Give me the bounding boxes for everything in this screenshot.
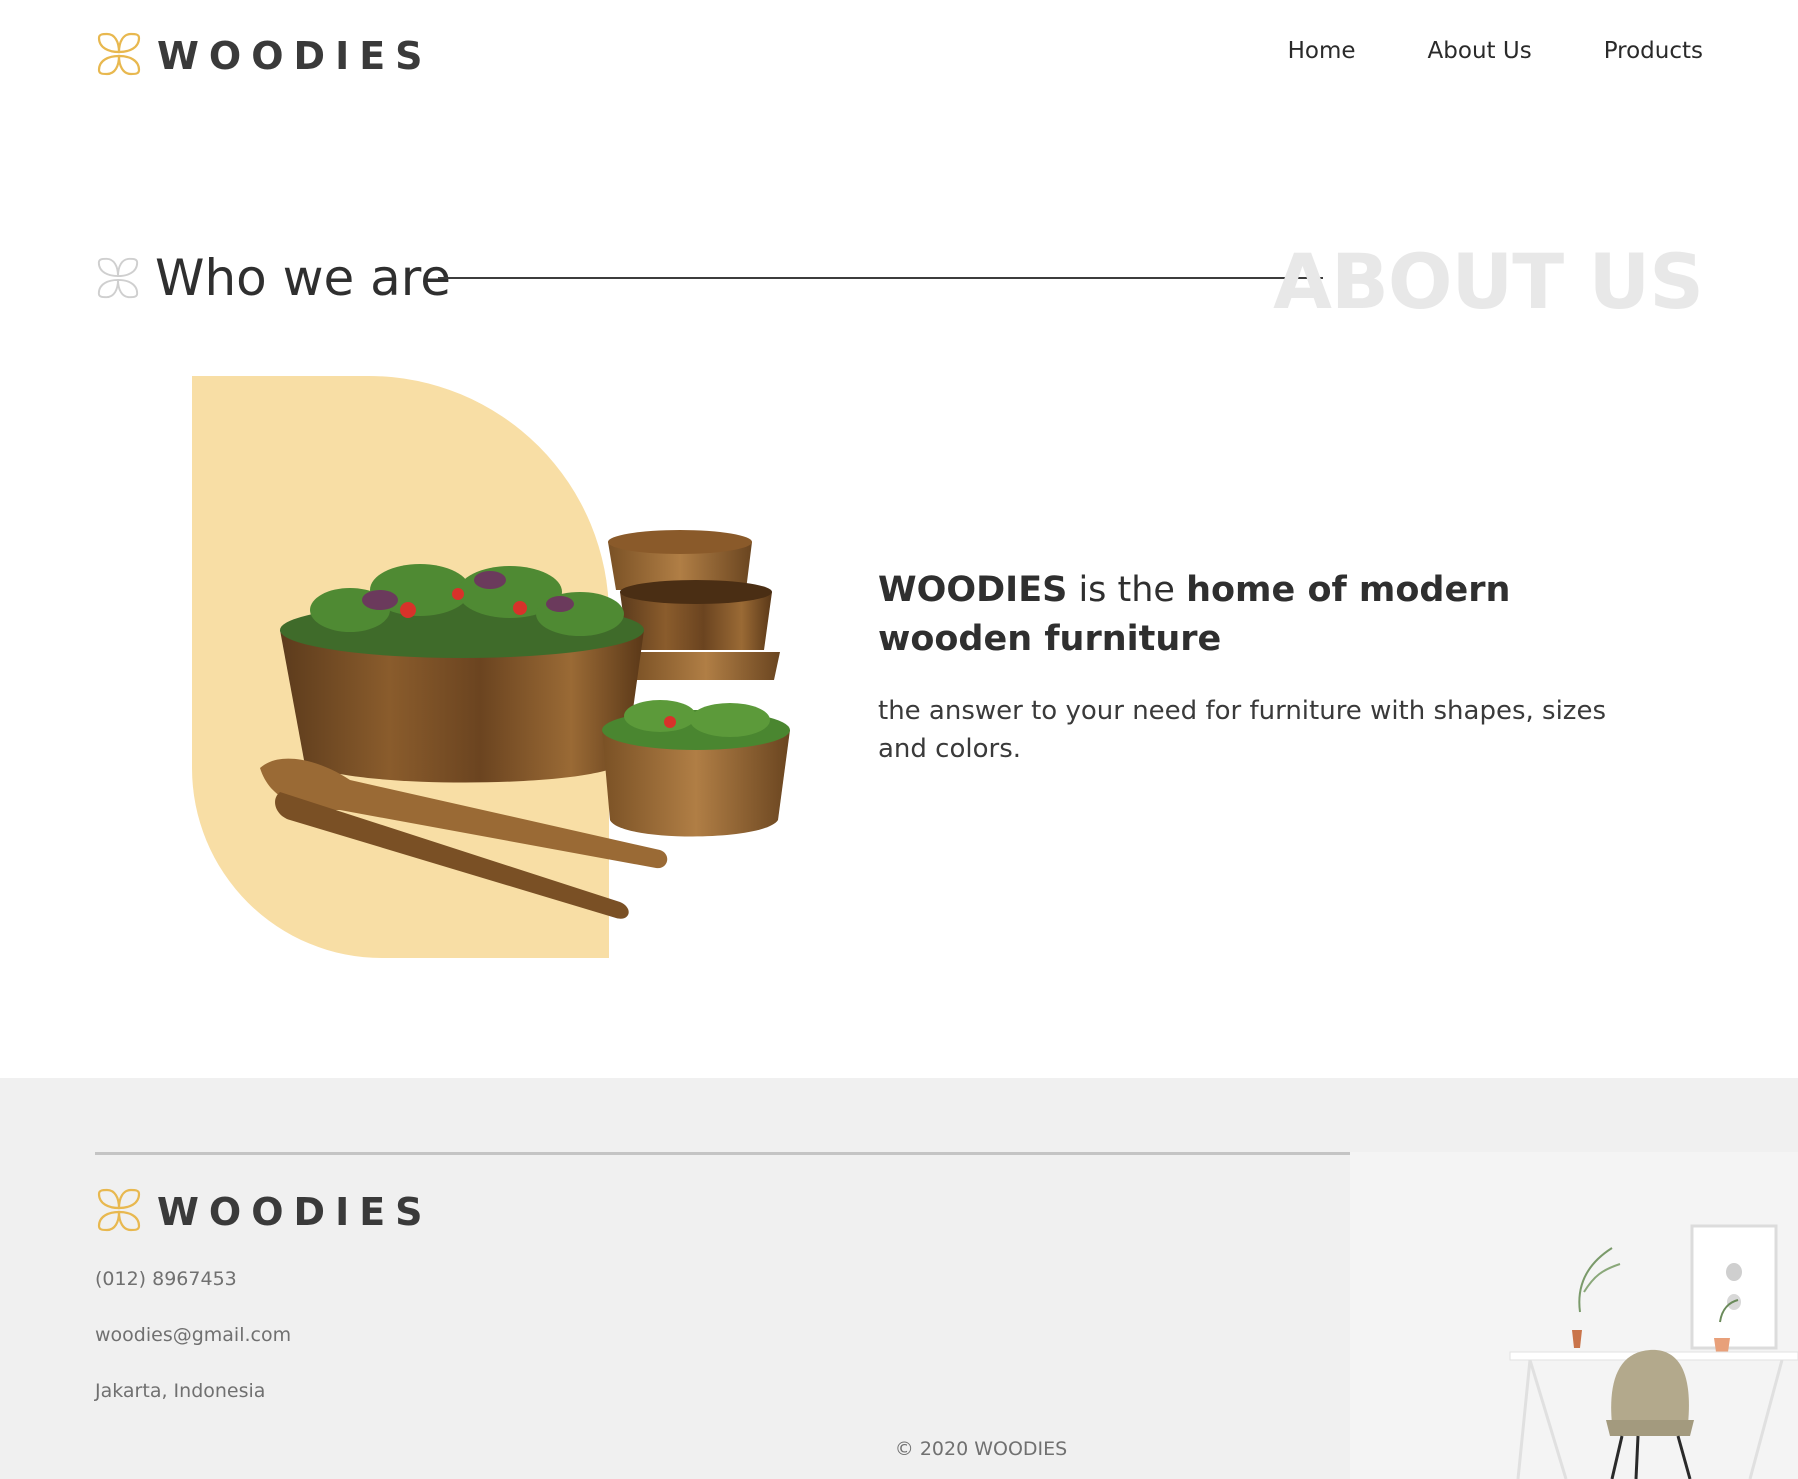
nav-home[interactable]: Home <box>1288 38 1356 64</box>
heading-divider <box>438 277 1323 279</box>
section-title: Who we are <box>155 249 452 307</box>
nav-about-us[interactable]: About Us <box>1428 38 1532 64</box>
intro-description: the answer to your need for furniture wi… <box>878 696 1606 764</box>
nav-products[interactable]: Products <box>1604 38 1703 64</box>
footer-location: Jakarta, Indonesia <box>95 1380 266 1402</box>
section-heading: Who we are ABOUT US <box>95 237 1704 326</box>
site-footer: WOODIES (012) 8967453 woodies@gmail.com … <box>0 1078 1798 1479</box>
footer-email[interactable]: woodies@gmail.com <box>95 1324 291 1346</box>
intro-brand: WOODIES <box>878 570 1068 610</box>
salad-bowls-image <box>260 520 830 950</box>
intro-lead: WOODIES is the home of modern wooden fur… <box>878 566 1638 664</box>
brand-logo[interactable]: WOODIES <box>95 30 433 82</box>
footer-divider <box>95 1152 1350 1155</box>
site-header: WOODIES Home About Us Products <box>0 0 1798 110</box>
flower-outline-icon <box>95 255 141 305</box>
desk-chair-room-image <box>1350 1152 1798 1479</box>
footer-phone: (012) 8967453 <box>95 1268 237 1290</box>
ghost-title: ABOUT US <box>1273 237 1704 326</box>
footer-copyright: © 2020 WOODIES <box>894 1438 1068 1460</box>
footer-brand-logo[interactable]: WOODIES <box>95 1186 433 1238</box>
flower-logo-icon <box>95 1186 143 1238</box>
intro-block: WOODIES is the home of modern wooden fur… <box>878 566 1638 768</box>
brand-name: WOODIES <box>157 34 433 78</box>
footer-brand-name: WOODIES <box>157 1190 433 1234</box>
intro-connector: is the <box>1067 570 1187 610</box>
flower-logo-icon <box>95 30 143 82</box>
main-nav: Home About Us Products <box>1288 38 1703 64</box>
